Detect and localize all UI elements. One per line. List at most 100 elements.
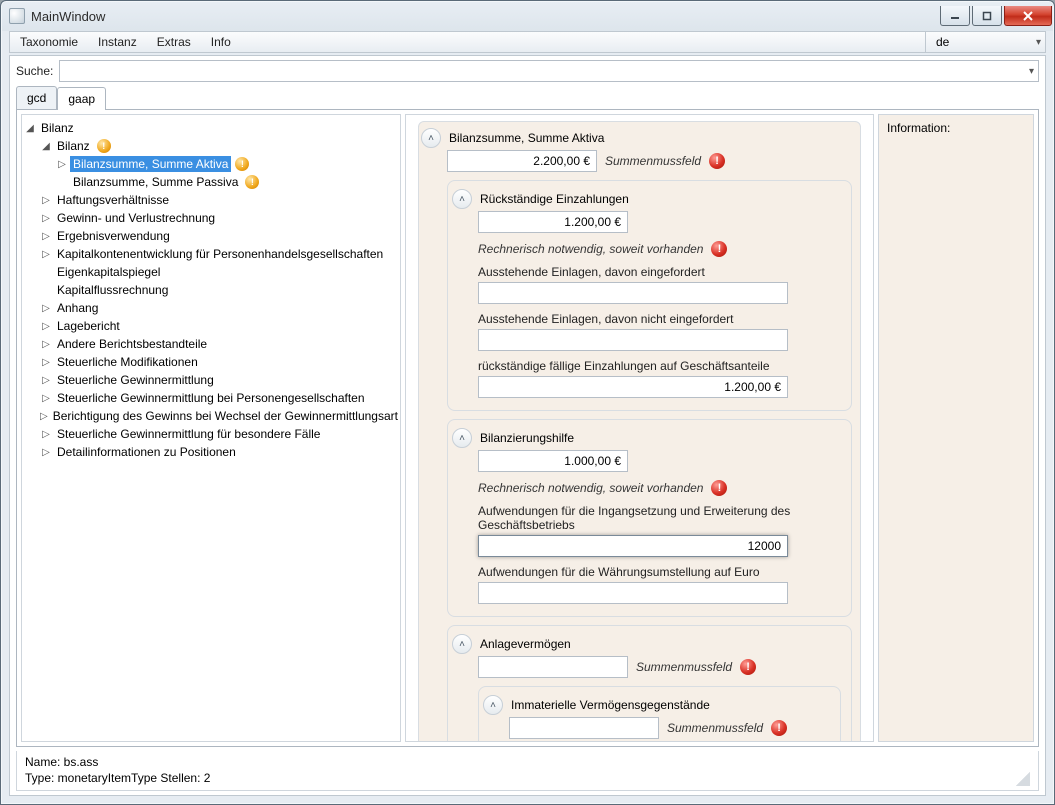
close-button[interactable] [1004, 6, 1052, 26]
aktiva-value-input[interactable] [447, 150, 597, 172]
ausstehende-eingefordert-input[interactable] [478, 282, 788, 304]
content-area: Suche: ▾ gcd gaap ◢ Bilanz [9, 55, 1046, 796]
tree-item[interactable]: ▷Steuerliche Gewinnermittlung bei Person… [40, 389, 398, 407]
collapse-icon[interactable]: ▷ [40, 374, 52, 386]
field-note: Rechnerisch notwendig, soweit vorhanden [478, 242, 703, 256]
warning-badge-icon: ! [245, 175, 259, 189]
field-note: Summenmussfeld [605, 154, 701, 168]
error-icon: ! [740, 659, 756, 675]
status-name: Name: bs.ass [25, 755, 210, 769]
tree-item-bilanz-root[interactable]: ◢ Bilanz [24, 119, 398, 137]
group-immaterielle: ˄ Immaterielle Vermögensgegenstände Summ… [478, 686, 841, 741]
language-select[interactable]: de ▾ [925, 32, 1045, 52]
group-title: Bilanzsumme, Summe Aktiva [449, 131, 604, 145]
collapse-icon[interactable]: ▷ [40, 410, 48, 422]
info-header: Information: [887, 121, 1025, 135]
error-icon: ! [709, 153, 725, 169]
bilhilfe-value-input[interactable] [478, 450, 628, 472]
menu-instanz[interactable]: Instanz [88, 32, 147, 52]
anlage-value-input[interactable] [478, 656, 628, 678]
rueck-value-input[interactable] [478, 211, 628, 233]
group-title: Rückständige Einzahlungen [480, 192, 629, 206]
tree-item[interactable]: ▷Kapitalkontenentwicklung für Personenha… [40, 245, 398, 263]
collapse-icon[interactable]: ▷ [40, 320, 52, 332]
collapse-icon[interactable]: ▷ [40, 302, 52, 314]
tab-gaap[interactable]: gaap [57, 87, 106, 110]
group-anlagevermoegen: ˄ Anlagevermögen Summenmussfeld ! ˄ [447, 625, 852, 741]
tree-item[interactable]: ▷Lagebericht [40, 317, 398, 335]
statusbar: Name: bs.ass Type: monetaryItemType Stel… [16, 751, 1039, 791]
collapse-icon[interactable]: ▷ [40, 194, 52, 206]
status-type: Type: monetaryItemType Stellen: 2 [25, 771, 210, 785]
app-icon [9, 8, 25, 24]
collapse-toggle[interactable]: ˄ [452, 189, 472, 209]
collapse-icon[interactable]: ▷ [56, 158, 68, 170]
menu-taxonomie[interactable]: Taxonomie [10, 32, 88, 52]
collapse-icon[interactable]: ▷ [40, 248, 52, 260]
collapse-toggle[interactable]: ˄ [452, 428, 472, 448]
collapse-icon[interactable]: ▷ [40, 446, 52, 458]
expand-icon[interactable]: ◢ [24, 122, 36, 134]
group-aktiva: ˄ Bilanzsumme, Summe Aktiva Summenmussfe… [418, 121, 861, 741]
error-icon: ! [711, 480, 727, 496]
tree-item[interactable]: ▷Eigenkapitalspiegel [40, 263, 398, 281]
ausstehende-nicht-eingefordert-input[interactable] [478, 329, 788, 351]
chevron-down-icon: ▾ [956, 37, 1041, 48]
field-note: Summenmussfeld [636, 660, 732, 674]
group-bilanzierungshilfe: ˄ Bilanzierungshilfe Rechnerisch notwend… [447, 419, 852, 617]
group-title: Anlagevermögen [480, 637, 571, 651]
tree-item[interactable]: ▷Steuerliche Gewinnermittlung [40, 371, 398, 389]
ingangsetzung-input[interactable] [478, 535, 788, 557]
tree-item-aktiva[interactable]: ▷ Bilanzsumme, Summe Aktiva ! [56, 155, 398, 173]
collapse-toggle[interactable]: ˄ [421, 128, 441, 148]
tree-item[interactable]: ▷Ergebnisverwendung [40, 227, 398, 245]
info-pane: Information: [878, 114, 1034, 742]
collapse-icon[interactable]: ▷ [40, 392, 52, 404]
group-rueckstaendige: ˄ Rückständige Einzahlungen Rechnerisch … [447, 180, 852, 411]
language-value: de [936, 35, 949, 49]
collapse-icon[interactable]: ▷ [40, 338, 52, 350]
tree-item[interactable]: ▷Haftungsverhältnisse [40, 191, 398, 209]
tree-item-bilanz[interactable]: ◢ Bilanz ! [40, 137, 398, 155]
chevron-down-icon: ▾ [1029, 66, 1034, 77]
tree-pane[interactable]: ◢ Bilanz ◢ Bilanz ! [21, 114, 401, 742]
search-row: Suche: ▾ [10, 56, 1045, 84]
search-label: Suche: [16, 64, 53, 78]
form-scroll[interactable]: ˄ Bilanzsumme, Summe Aktiva Summenmussfe… [406, 115, 873, 741]
field-note: Summenmussfeld [667, 721, 763, 735]
collapse-icon[interactable]: ▷ [40, 230, 52, 242]
search-combo[interactable]: ▾ [59, 60, 1039, 82]
tree-item[interactable]: ▷Andere Berichtsbestandteile [40, 335, 398, 353]
tree-item-passiva[interactable]: ▷ Bilanzsumme, Summe Passiva ! [56, 173, 398, 191]
tree-item[interactable]: ▷Kapitalflussrechnung [40, 281, 398, 299]
immaterielle-value-input[interactable] [509, 717, 659, 739]
collapse-icon[interactable]: ▷ [40, 356, 52, 368]
collapse-toggle[interactable]: ˄ [483, 695, 503, 715]
field-label: Aufwendungen für die Ingangsetzung und E… [478, 504, 841, 532]
collapse-toggle[interactable]: ˄ [452, 634, 472, 654]
form-pane: ˄ Bilanzsumme, Summe Aktiva Summenmussfe… [405, 114, 874, 742]
warning-badge-icon: ! [235, 157, 249, 171]
tree-item[interactable]: ▷Berichtigung des Gewinns bei Wechsel de… [40, 407, 398, 425]
tree-item[interactable]: ▷Gewinn- und Verlustrechnung [40, 209, 398, 227]
tab-gcd[interactable]: gcd [16, 86, 57, 109]
window-title: MainWindow [31, 9, 938, 24]
collapse-icon[interactable]: ▷ [40, 428, 52, 440]
collapse-icon[interactable]: ▷ [40, 212, 52, 224]
tree-item[interactable]: ▷Steuerliche Gewinnermittlung für besond… [40, 425, 398, 443]
menu-info[interactable]: Info [201, 32, 241, 52]
tree-item[interactable]: ▷Anhang [40, 299, 398, 317]
maximize-button[interactable] [972, 6, 1002, 26]
waehrungsumstellung-input[interactable] [478, 582, 788, 604]
menubar: Taxonomie Instanz Extras Info de ▾ [9, 31, 1046, 53]
faellige-einzahlungen-input[interactable] [478, 376, 788, 398]
expand-icon[interactable]: ◢ [40, 140, 52, 152]
tab-body: ◢ Bilanz ◢ Bilanz ! [16, 109, 1039, 747]
tree-item[interactable]: ▷Steuerliche Modifikationen [40, 353, 398, 371]
menu-extras[interactable]: Extras [147, 32, 201, 52]
minimize-button[interactable] [940, 6, 970, 26]
tree-item[interactable]: ▷Detailinformationen zu Positionen [40, 443, 398, 461]
titlebar: MainWindow [1, 1, 1054, 31]
warning-badge-icon: ! [97, 139, 111, 153]
resize-grip-icon[interactable] [1016, 772, 1030, 786]
